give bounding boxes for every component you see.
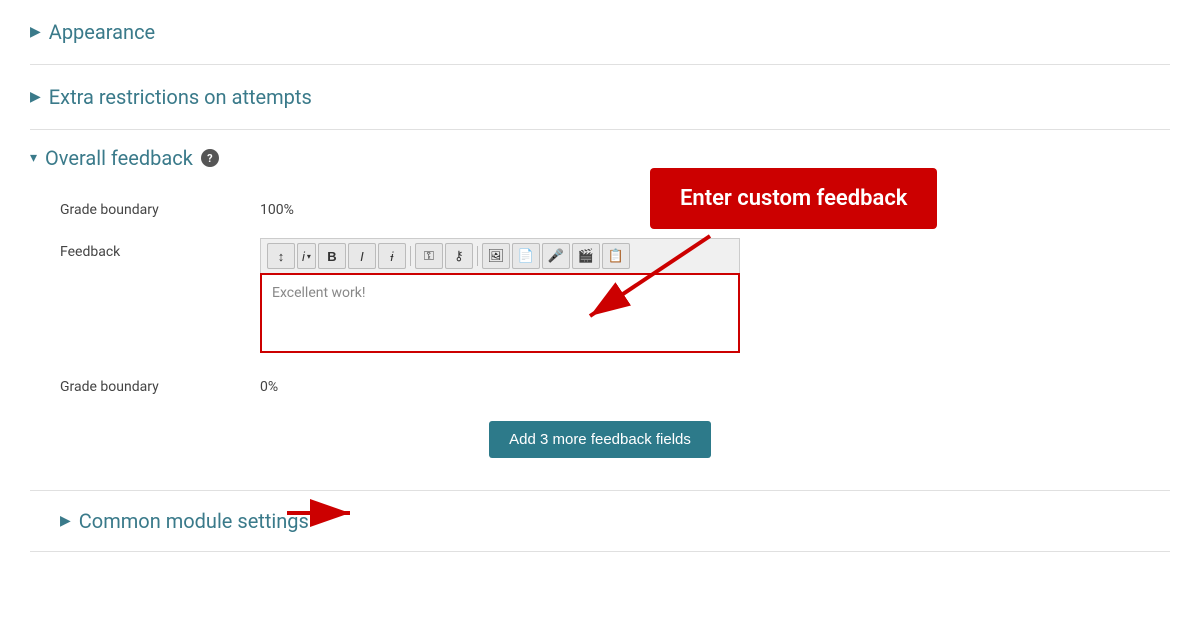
extra-restrictions-chevron: ▶ [30, 89, 41, 105]
grade-boundary-1-label: Grade boundary [60, 196, 240, 218]
overall-feedback-help-icon[interactable]: ? [201, 149, 219, 167]
overall-feedback-chevron: ▾ [30, 150, 37, 166]
toolbar-italic-dropdown[interactable]: i ▾ [297, 243, 316, 269]
overall-feedback-title[interactable]: ▾ Overall feedback [30, 146, 193, 170]
common-module-title[interactable]: ▶ Common module settings [60, 509, 309, 533]
grade-boundary-1-row: Grade boundary 100% [30, 186, 1170, 228]
toolbar-audio-btn[interactable]: 🎤 [542, 243, 570, 269]
toolbar-sep-2 [477, 246, 478, 266]
grade-boundary-2-value: 0% [260, 373, 278, 395]
toolbar-link-btn[interactable]: ⚿ [415, 243, 443, 269]
appearance-title[interactable]: ▶ Appearance [30, 20, 155, 44]
overall-feedback-section: ▾ Overall feedback ? Grade boundary 100%… [30, 130, 1170, 491]
toolbar-embed-btn[interactable]: 📄 [512, 243, 540, 269]
feedback-label: Feedback [60, 238, 240, 260]
toolbar-image-btn[interactable]: 🖼 [482, 243, 510, 269]
grade-boundary-1-value: 100% [260, 196, 294, 218]
add-button-row: Add 3 more feedback fields [30, 405, 1170, 474]
feedback-input[interactable]: Excellent work! [260, 273, 740, 353]
grade-boundary-2-row: Grade boundary 0% [30, 363, 1170, 405]
toolbar-italic-btn[interactable]: I [348, 243, 376, 269]
toolbar-copy-btn[interactable]: 📋 [602, 243, 630, 269]
toolbar-info-btn[interactable]: i ▾ [297, 243, 316, 269]
appearance-chevron: ▶ [30, 24, 41, 40]
overall-feedback-label: Overall feedback [45, 146, 193, 170]
common-module-label: Common module settings [79, 509, 309, 533]
appearance-label: Appearance [49, 20, 155, 44]
toolbar-para-btn[interactable]: ↕ [267, 243, 295, 269]
toolbar-bold-btn[interactable]: B [318, 243, 346, 269]
grade-boundary-2-label: Grade boundary [60, 373, 240, 395]
feedback-row: Feedback ↕ i ▾ B I i ⚿ ⚷ 🖼 📄 🎤 [30, 228, 1170, 363]
toolbar-sep-1 [410, 246, 411, 266]
common-module-chevron: ▶ [60, 513, 71, 529]
common-module-section[interactable]: ▶ Common module settings [30, 491, 1170, 552]
add-feedback-fields-button[interactable]: Add 3 more feedback fields [489, 421, 711, 458]
toolbar-unlink-btn[interactable]: ⚷ [445, 243, 473, 269]
feedback-editor-container: ↕ i ▾ B I i ⚿ ⚷ 🖼 📄 🎤 🎬 📋 [260, 238, 740, 353]
extra-restrictions-section[interactable]: ▶ Extra restrictions on attempts [30, 65, 1170, 130]
toolbar-video-btn[interactable]: 🎬 [572, 243, 600, 269]
extra-restrictions-title[interactable]: ▶ Extra restrictions on attempts [30, 85, 312, 109]
feedback-placeholder: Excellent work! [272, 285, 366, 301]
appearance-section[interactable]: ▶ Appearance [30, 0, 1170, 65]
toolbar-strikethrough-btn[interactable]: i [378, 243, 406, 269]
extra-restrictions-label: Extra restrictions on attempts [49, 85, 312, 109]
page-container: ▶ Appearance ▶ Extra restrictions on att… [0, 0, 1200, 630]
editor-toolbar: ↕ i ▾ B I i ⚿ ⚷ 🖼 📄 🎤 🎬 📋 [260, 238, 740, 273]
